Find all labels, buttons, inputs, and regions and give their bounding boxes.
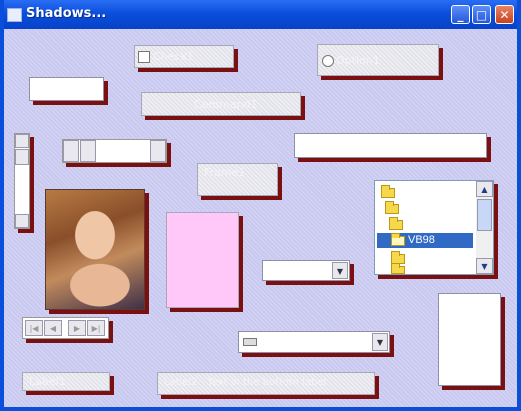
scroll-thumb[interactable] xyxy=(15,149,29,165)
check1-label: Check1 xyxy=(153,50,194,63)
scroll-right-button[interactable] xyxy=(150,140,166,162)
drive-icon xyxy=(243,338,257,346)
frame1-caption: Frame1 xyxy=(204,166,246,179)
vertical-scrollbar[interactable] xyxy=(14,133,30,229)
text1-input[interactable] xyxy=(29,77,104,101)
command1-button[interactable]: Command1 xyxy=(141,92,301,116)
command1-label: Command1 xyxy=(194,98,258,111)
folder-icon xyxy=(385,201,399,214)
text2-input[interactable] xyxy=(294,133,487,158)
scroll-up-button[interactable] xyxy=(15,134,29,148)
combo-arrow-icon[interactable]: ▼ xyxy=(332,262,348,279)
combo1-dropdown[interactable]: ▼ xyxy=(262,260,350,281)
chevron-down-icon[interactable]: ▼ xyxy=(476,258,493,274)
pink-picturebox xyxy=(166,212,239,308)
imagecombo-dropdown[interactable]: ▼ xyxy=(238,331,390,353)
option1-radio[interactable]: Option1 xyxy=(317,44,439,76)
tree-scroll-thumb[interactable] xyxy=(477,199,492,231)
folder-treeview[interactable]: VB98 ▲ ▼ xyxy=(374,180,494,275)
scroll-left-button[interactable] xyxy=(63,140,79,162)
tree-item-label: VB98 xyxy=(408,234,435,246)
minimize-button[interactable]: _ xyxy=(451,5,470,24)
window-title: Shadows... xyxy=(26,6,107,21)
next-record-icon[interactable]: ▶ xyxy=(68,320,86,336)
app-icon xyxy=(7,8,22,22)
first-record-icon[interactable]: |◀ xyxy=(25,320,43,336)
title-bar[interactable]: Shadows... _ □ ✕ xyxy=(0,0,521,30)
label1: Label1 xyxy=(22,372,110,391)
dropdown-arrow-icon[interactable]: ▼ xyxy=(372,333,388,351)
tree-item-vb98[interactable]: VB98 xyxy=(377,233,473,248)
portrait-picture xyxy=(45,189,145,310)
horizontal-scrollbar[interactable] xyxy=(62,139,167,163)
scroll-down-button[interactable] xyxy=(15,214,29,228)
label2: Label2 - Text in the bottom label xyxy=(157,372,375,395)
hscroll-thumb[interactable] xyxy=(80,140,96,162)
last-record-icon[interactable]: ▶| xyxy=(87,320,105,336)
data-navigator[interactable]: |◀ ◀ ▶ ▶| xyxy=(22,317,109,339)
tree-scrollbar[interactable]: ▲ ▼ xyxy=(476,181,493,274)
check1-checkbox[interactable]: Check1 xyxy=(134,45,234,68)
radio-circle[interactable] xyxy=(322,55,334,67)
checkbox-box[interactable] xyxy=(138,51,150,63)
form-client-area: Check1 Option1 Command1 Frame1 ▼ VB98 ▲ … xyxy=(4,29,517,407)
close-button[interactable]: ✕ xyxy=(495,5,514,24)
text3-multiline[interactable] xyxy=(438,293,501,386)
open-folder-icon xyxy=(391,233,405,246)
frame1: Frame1 xyxy=(197,163,278,196)
label2-text: Label2 - Text in the bottom label xyxy=(164,377,327,388)
option1-label: Option1 xyxy=(336,54,380,67)
chevron-up-icon[interactable]: ▲ xyxy=(476,181,493,197)
previous-record-icon[interactable]: ◀ xyxy=(44,320,62,336)
maximize-button[interactable]: □ xyxy=(472,5,491,24)
folder-icon xyxy=(389,217,403,230)
folder-icon xyxy=(391,263,405,274)
label1-text: Label1 xyxy=(29,375,66,388)
folder-icon xyxy=(381,185,395,198)
